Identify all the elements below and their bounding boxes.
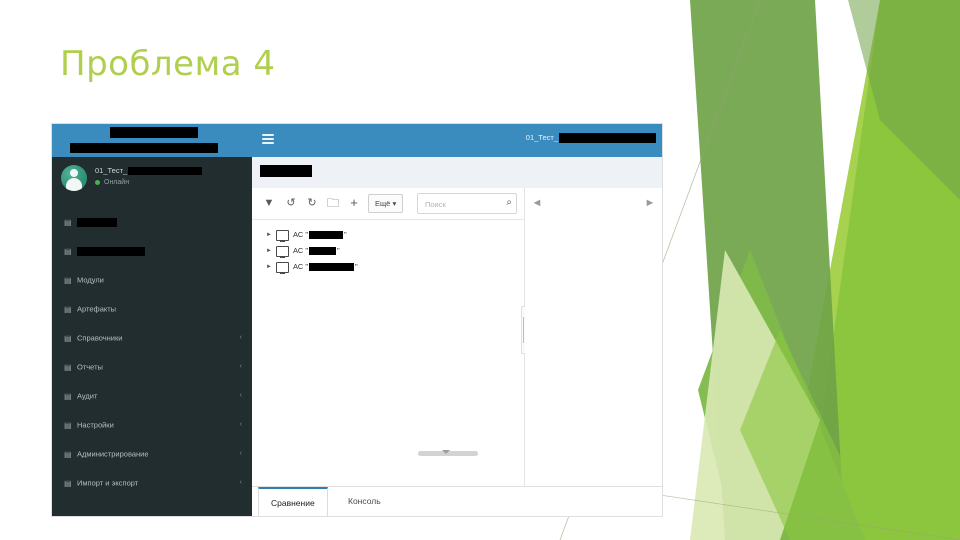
tree-node-redaction — [309, 231, 343, 240]
sidebar-item-redaction — [77, 247, 145, 257]
user-name: 01_Тест_ — [95, 166, 203, 176]
expand-arrow-icon[interactable]: ► — [266, 259, 276, 275]
modules-icon: ▤ — [64, 275, 72, 285]
work-area: ▼ ↺ ↻ 🗀 + Ещё ▾ ⌕ ►АС ""►АС ""►А — [252, 188, 662, 487]
chevron-left-icon: ‹ — [239, 334, 242, 341]
search-icon[interactable]: ⌕ — [506, 197, 512, 208]
detail-pane-body — [525, 219, 662, 487]
tree-node-redaction — [309, 263, 354, 272]
app-topbar: 01_Тест_ — [252, 124, 662, 157]
audit-icon: ▤ — [64, 391, 72, 401]
sidebar-item-label: Настройки — [77, 420, 114, 430]
anchor-icon: ▤ — [64, 217, 72, 227]
chevron-left-icon: ‹ — [239, 479, 242, 486]
refresh-icon[interactable]: ↺ — [282, 194, 300, 212]
slide-title: Проблема 4 — [60, 44, 276, 84]
sidebar-header — [52, 124, 252, 157]
account-redaction — [559, 133, 656, 144]
chevron-left-icon: ‹ — [239, 363, 242, 370]
tree-node[interactable]: ► АС " " — [266, 259, 524, 275]
sidebar-item-label: Отчеты — [77, 362, 103, 372]
detail-pane-header: ◄ ► — [525, 188, 662, 220]
tree-node-redaction — [309, 247, 336, 256]
breadcrumb-redaction — [260, 165, 312, 177]
expand-arrow-icon[interactable]: ► — [266, 243, 276, 259]
tab-2[interactable]: Консоль — [336, 487, 393, 515]
tree-toolbar: ▼ ↺ ↻ 🗀 + Ещё ▾ ⌕ — [252, 188, 524, 220]
sidebar-item-9[interactable]: ▤ Администрирование ‹ — [52, 439, 252, 468]
folder-icon[interactable]: 🗀 — [324, 194, 342, 212]
report-icon: ▤ — [64, 362, 72, 372]
add-icon[interactable]: + — [345, 194, 363, 212]
tab-1[interactable]: Сравнение — [258, 487, 328, 516]
gear-icon: ▤ — [64, 420, 72, 430]
sidebar-item-label: Артефакты — [77, 304, 117, 314]
sidebar-item-7[interactable]: ▤ Аудит ‹ — [52, 381, 252, 410]
sidebar-item-8[interactable]: ▤ Настройки ‹ — [52, 410, 252, 439]
app-main: 01_Тест_ ▼ ↺ ↻ 🗀 + Ещё ▾ Поиск ⌕ ► АС " … — [252, 124, 662, 516]
sidebar-item-label — [77, 218, 117, 228]
chevron-left-icon: ‹ — [239, 450, 242, 457]
chevron-left-icon: ‹ — [239, 392, 242, 399]
more-button[interactable]: Ещё ▾ — [368, 194, 404, 213]
sidebar-item-2[interactable]: ▤ — [52, 236, 252, 265]
artifact-icon: ▤ — [64, 304, 72, 314]
status-dot-icon — [95, 179, 100, 185]
tree-pane: ▼ ↺ ↻ 🗀 + Ещё ▾ ⌕ ►АС ""►АС ""►А — [252, 188, 525, 487]
filter-icon[interactable]: ▼ — [260, 194, 278, 212]
tree-list: ► АС " " ► АС " " ► АС " " — [252, 219, 524, 487]
scrollbar-thumb[interactable] — [418, 450, 478, 456]
sidebar-logo-redaction — [110, 127, 198, 138]
sidebar-item-3[interactable]: ▤ Модули — [52, 265, 252, 294]
search-input[interactable] — [423, 194, 499, 215]
account-label[interactable]: 01_Тест_ — [526, 133, 656, 144]
sidebar-item-label: Администрирование — [77, 449, 149, 459]
breadcrumb — [252, 157, 662, 189]
facet-background-art — [690, 0, 960, 540]
user-status: Онлайн — [95, 179, 129, 186]
sidebar-item-label — [77, 247, 145, 257]
sidebar-item-1[interactable]: ▤ — [52, 207, 252, 236]
sidebar-item-label: Аудит — [77, 391, 98, 401]
sidebar-item-label: Справочники — [77, 333, 123, 343]
sidebar-title-redaction — [70, 143, 218, 153]
slide-canvas: Проблема 4 01_Тест_ Онлайн ▤ ▤ ▤ Модули ▤ Арт… — [0, 0, 960, 540]
sidebar-item-label: Модули — [77, 275, 104, 285]
search-box[interactable]: ⌕ — [417, 193, 517, 215]
monitor-icon — [276, 261, 289, 274]
monitor-icon — [276, 245, 289, 258]
detail-pane: ◄ ► — [525, 188, 662, 487]
hamburger-icon[interactable] — [262, 134, 274, 144]
user-name-redaction — [128, 167, 203, 176]
tree-node-label: АС " " — [293, 246, 340, 256]
book-icon: ▤ — [64, 246, 72, 256]
app-sidebar: 01_Тест_ Онлайн ▤ ▤ ▤ Модули ▤ Артефакты ▤ Спра… — [52, 124, 252, 516]
sidebar-item-10[interactable]: ▤ Импорт и экспорт ‹ — [52, 468, 252, 497]
tree-node[interactable]: ► АС " " — [266, 227, 524, 243]
embedded-app-screenshot: 01_Тест_ Онлайн ▤ ▤ ▤ Модули ▤ Артефакты ▤ Спра… — [52, 124, 662, 516]
sidebar-item-label: Импорт и экспорт — [77, 478, 139, 488]
sidebar-nav: ▤ ▤ ▤ Модули ▤ Артефакты ▤ Справочники ‹ ▤ Отчеты ‹… — [52, 203, 252, 497]
sidebar-item-5[interactable]: ▤ Справочники ‹ — [52, 323, 252, 352]
monitor-icon — [276, 229, 289, 242]
chevron-down-icon: ▾ — [392, 199, 397, 208]
chevron-left-icon: ‹ — [239, 421, 242, 428]
avatar — [61, 165, 87, 191]
tree-node[interactable]: ► АС " " — [266, 243, 524, 259]
undo-icon[interactable]: ↻ — [303, 194, 321, 212]
expand-arrow-icon[interactable]: ► — [266, 227, 276, 243]
bottom-tabs: Сравнение Консоль — [252, 486, 662, 516]
sidebar-item-4[interactable]: ▤ Артефакты — [52, 294, 252, 323]
import-export-icon: ▤ — [64, 478, 72, 488]
tree-node-label: АС " " — [293, 230, 347, 240]
chevron-right-icon[interactable]: ► — [642, 194, 658, 212]
sidebar-user-panel[interactable]: 01_Тест_ Онлайн — [52, 157, 252, 203]
tree-node-label: АС " " — [293, 262, 358, 272]
horizontal-scrollbar[interactable] — [252, 449, 524, 458]
chevron-left-icon[interactable]: ◄ — [529, 194, 545, 212]
admin-icon: ▤ — [64, 449, 72, 459]
sidebar-item-6[interactable]: ▤ Отчеты ‹ — [52, 352, 252, 381]
sidebar-item-redaction — [77, 218, 117, 228]
catalog-icon: ▤ — [64, 333, 72, 343]
